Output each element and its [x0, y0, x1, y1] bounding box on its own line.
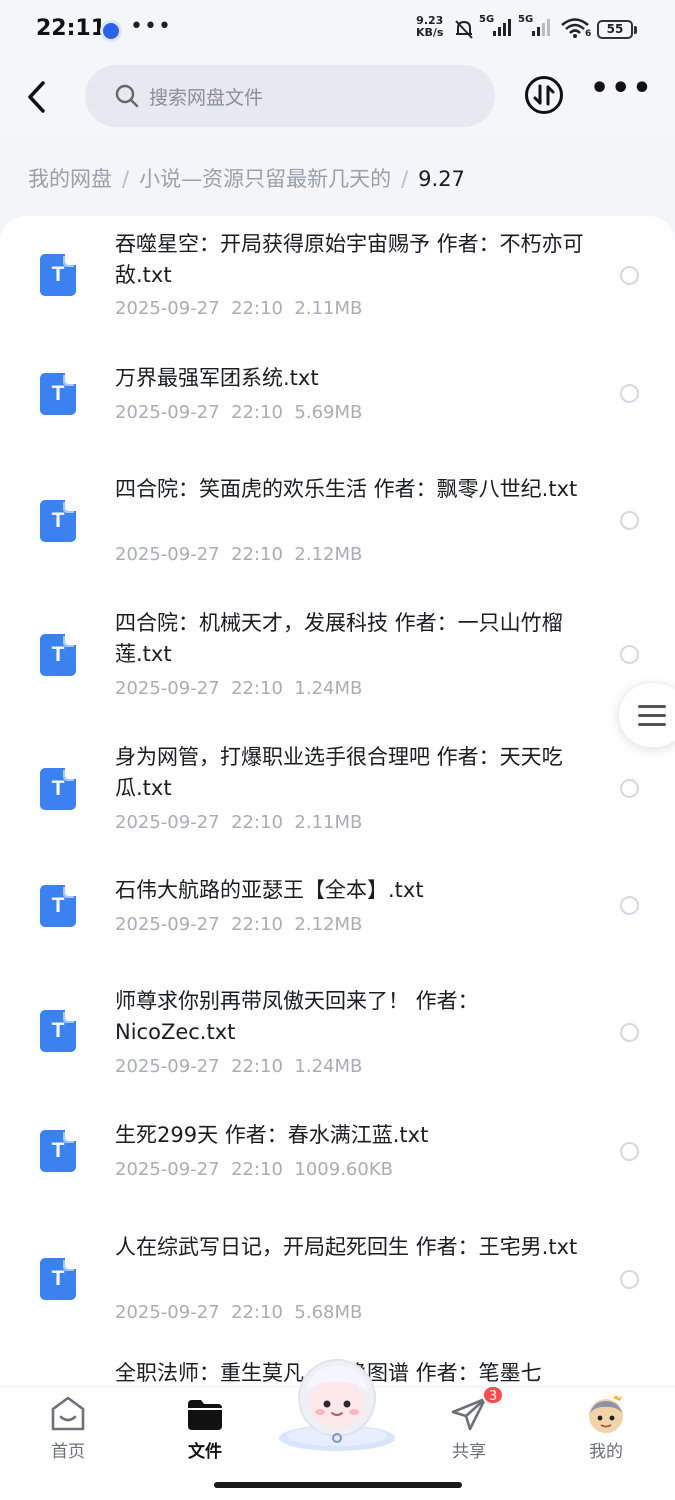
file-meta: 2025-09-27 22:10 1009.60KB: [115, 1159, 393, 1180]
search-input[interactable]: 搜索网盘文件: [85, 65, 495, 127]
file-meta: 2025-09-27 22:10 1.24MB: [115, 1056, 363, 1077]
transfer-button[interactable]: [525, 76, 563, 114]
file-row[interactable]: T 吞噬星空：开局获得原始宇宙赐予 作者：不朽亦可敌.txt 2025-09-2…: [0, 216, 675, 334]
speed-unit: KB/s: [416, 26, 444, 39]
signal-icon-2: 5G: [518, 14, 554, 44]
floating-menu-button[interactable]: [618, 682, 675, 748]
mute-bell-icon: [455, 20, 473, 39]
more-options-icon[interactable]: •••: [590, 74, 652, 112]
file-meta: 2025-09-27 22:10 5.69MB: [115, 402, 363, 423]
file-name: 四合院：笑面虎的欢乐生活 作者：飘零八世纪.txt: [115, 477, 578, 501]
menu-line-icon: [638, 705, 666, 708]
txt-file-icon: T: [40, 1010, 76, 1052]
txt-file-icon: T: [40, 1130, 76, 1172]
select-checkbox[interactable]: [620, 384, 639, 403]
home-indicator: [214, 1482, 462, 1488]
tab-home[interactable]: 首页: [23, 1395, 113, 1462]
file-meta: 2025-09-27 22:10 2.12MB: [115, 914, 363, 935]
wifi-icon: 6: [560, 17, 592, 43]
top-bar: 搜索网盘文件 •••: [0, 60, 675, 140]
tab-label: 共享: [452, 1442, 486, 1462]
select-checkbox[interactable]: [620, 645, 639, 664]
tab-label: 文件: [188, 1442, 222, 1462]
file-name: 四合院：机械天才，发展科技 作者：一只山竹榴莲.txt: [115, 611, 563, 666]
file-name: 吞噬星空：开局获得原始宇宙赐予 作者：不朽亦可敌.txt: [115, 232, 584, 287]
file-meta: 2025-09-27 22:10 2.11MB: [115, 812, 363, 833]
file-row[interactable]: T 人在综武写日记，开局起死回生 作者：王宅男.txt 2025-09-27 2…: [0, 1220, 675, 1352]
network-speed: 9.23 KB/s: [416, 15, 443, 39]
app-notification-icon: [100, 20, 122, 42]
transfer-arrows-icon: [533, 84, 555, 106]
signal-label-2: 5G: [518, 14, 534, 25]
file-row[interactable]: T 万界最强军团系统.txt 2025-09-27 22:10 5.69MB: [0, 334, 675, 452]
back-arrow-icon[interactable]: [22, 78, 52, 116]
file-name: 万界最强军团系统.txt: [115, 366, 319, 390]
file-row[interactable]: T 四合院：笑面虎的欢乐生活 作者：飘零八世纪.txt 2025-09-27 2…: [0, 452, 675, 586]
wifi-label: 6: [585, 29, 592, 39]
tab-mine[interactable]: 我的: [561, 1395, 651, 1462]
select-checkbox[interactable]: [620, 896, 639, 915]
file-row[interactable]: T 师尊求你别再带凤傲天回来了！ 作者：NicoZec.txt 2025-09-…: [0, 972, 675, 1100]
breadcrumb-root[interactable]: 我的网盘: [28, 163, 112, 193]
select-checkbox[interactable]: [620, 1023, 639, 1042]
file-row[interactable]: T 石伟大航路的亚瑟王【全本】.txt 2025-09-27 22:10 2.1…: [0, 854, 675, 972]
battery-icon: 55: [597, 20, 637, 39]
menu-line-icon: [638, 723, 666, 726]
status-bar: 22:11 ••• 9.23 KB/s 5G 5G 6 55: [0, 0, 675, 60]
folder-icon: [188, 1400, 222, 1430]
tab-label: 我的: [589, 1442, 623, 1462]
txt-file-icon: T: [40, 1258, 76, 1300]
file-row[interactable]: T 四合院：机械天才，发展科技 作者：一只山竹榴莲.txt 2025-09-27…: [0, 586, 675, 720]
breadcrumb-current: 9.27: [418, 167, 465, 191]
txt-file-icon: T: [40, 634, 76, 676]
breadcrumb-separator: /: [401, 167, 409, 191]
txt-file-icon: T: [40, 885, 76, 927]
file-row[interactable]: T 生死299天 作者：春水满江蓝.txt 2025-09-27 22:10 1…: [0, 1100, 675, 1220]
search-placeholder: 搜索网盘文件: [149, 87, 264, 109]
menu-line-icon: [638, 714, 666, 717]
share-badge: 3: [482, 1385, 504, 1405]
file-name: 生死299天 作者：春水满江蓝.txt: [115, 1123, 429, 1147]
file-meta: 2025-09-27 22:10 1.24MB: [115, 678, 363, 699]
file-meta: 2025-09-27 22:10 5.68MB: [115, 1302, 363, 1323]
tab-label: 首页: [51, 1442, 85, 1462]
assistant-mascot-icon[interactable]: [276, 1352, 398, 1452]
more-notifications-icon: •••: [130, 14, 172, 39]
breadcrumb-separator: /: [122, 167, 130, 191]
select-checkbox[interactable]: [620, 1142, 639, 1161]
breadcrumb: 我的网盘 / 小说—资源只留最新几天的 / 9.27: [28, 163, 465, 193]
txt-file-icon: T: [40, 254, 76, 296]
status-time: 22:11: [36, 16, 107, 41]
file-name: 师尊求你别再带凤傲天回来了！ 作者：NicoZec.txt: [115, 989, 479, 1044]
file-row[interactable]: T 身为网管，打爆职业选手很合理吧 作者：天天吃瓜.txt 2025-09-27…: [0, 720, 675, 854]
txt-file-icon: T: [40, 500, 76, 542]
signal-icon-1: 5G: [479, 14, 515, 44]
file-list: T 吞噬星空：开局获得原始宇宙赐予 作者：不朽亦可敌.txt 2025-09-2…: [0, 216, 675, 1386]
select-checkbox[interactable]: [620, 779, 639, 798]
tab-files[interactable]: 文件: [160, 1395, 250, 1462]
select-checkbox[interactable]: [620, 511, 639, 530]
select-checkbox[interactable]: [620, 266, 639, 285]
file-name: 石伟大航路的亚瑟王【全本】.txt: [115, 878, 424, 902]
file-meta: 2025-09-27 22:10 2.12MB: [115, 544, 363, 565]
breadcrumb-folder[interactable]: 小说—资源只留最新几天的: [139, 163, 391, 193]
signal-label-1: 5G: [479, 14, 495, 25]
file-name: 身为网管，打爆职业选手很合理吧 作者：天天吃瓜.txt: [115, 745, 563, 800]
search-icon: [115, 84, 139, 108]
home-icon: [51, 1396, 85, 1431]
txt-file-icon: T: [40, 768, 76, 810]
avatar-icon: [589, 1395, 623, 1433]
select-checkbox[interactable]: [620, 1270, 639, 1289]
file-name: 人在综武写日记，开局起死回生 作者：王宅男.txt: [115, 1235, 578, 1259]
txt-file-icon: T: [40, 373, 76, 415]
file-meta: 2025-09-27 22:10 2.11MB: [115, 298, 363, 319]
